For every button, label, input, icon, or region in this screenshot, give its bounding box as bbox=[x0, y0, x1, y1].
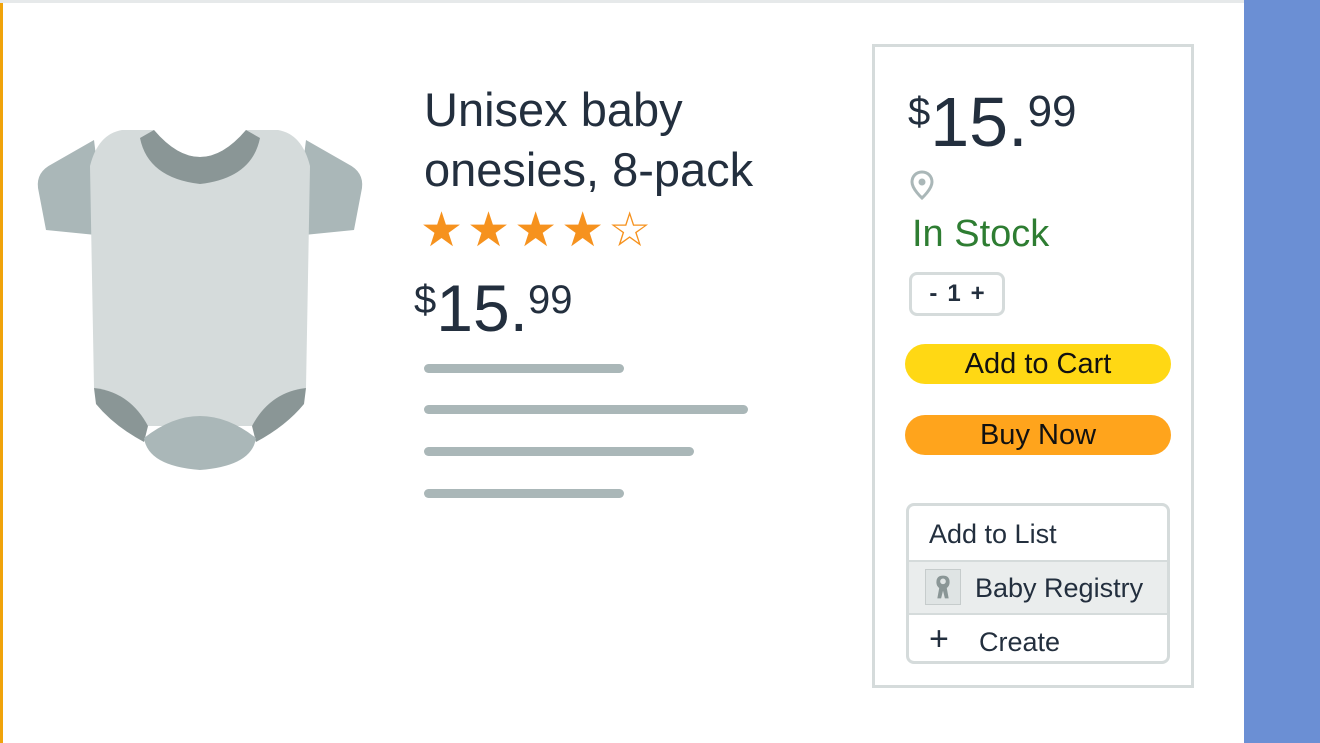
product-title-line-1: Unisex baby bbox=[424, 83, 683, 136]
description-line bbox=[424, 489, 624, 498]
baby-registry-icon bbox=[925, 569, 961, 605]
star-empty-icon: ☆ bbox=[608, 204, 652, 257]
buy-box-price-whole: 15. bbox=[930, 83, 1028, 161]
price-whole: 15. bbox=[436, 271, 528, 345]
buy-now-button[interactable]: Buy Now bbox=[905, 415, 1171, 455]
side-band bbox=[1244, 0, 1320, 743]
quantity-value: 1 bbox=[947, 280, 961, 307]
create-label: Create bbox=[979, 627, 1061, 657]
list-item-baby-registry[interactable]: Baby Registry bbox=[909, 560, 1167, 615]
stock-status: In Stock bbox=[912, 213, 1050, 255]
buy-box-price: $15.99 bbox=[908, 82, 1077, 162]
product-title-line-2: onesies, 8-pack bbox=[424, 143, 754, 196]
buy-box-price-fraction: 99 bbox=[1027, 87, 1077, 136]
star-filled-icon: ★ bbox=[467, 204, 511, 257]
add-to-cart-button[interactable]: Add to Cart bbox=[905, 344, 1171, 384]
top-edge-line bbox=[0, 0, 1244, 3]
add-to-list-button[interactable]: Add to List bbox=[929, 514, 1057, 554]
quantity-stepper[interactable]: - 1 + bbox=[909, 272, 1005, 316]
product-price: $15.99 bbox=[414, 268, 573, 348]
star-filled-icon: ★ bbox=[420, 204, 464, 257]
map-pin-icon[interactable] bbox=[910, 170, 934, 200]
left-edge-bar bbox=[0, 0, 3, 743]
buy-box-price-currency: $ bbox=[908, 90, 931, 134]
product-title[interactable]: Unisex baby onesies, 8-pack bbox=[424, 80, 844, 200]
quantity-decrement-button[interactable]: - bbox=[929, 280, 937, 308]
description-line bbox=[424, 405, 748, 414]
price-currency: $ bbox=[414, 278, 437, 322]
baby-registry-label: Baby Registry bbox=[975, 573, 1144, 603]
price-fraction: 99 bbox=[528, 278, 573, 322]
star-filled-icon: ★ bbox=[514, 204, 558, 257]
star-filled-icon: ★ bbox=[561, 204, 605, 257]
baby-onesie-icon bbox=[37, 130, 363, 470]
create-list-button[interactable]: + Create bbox=[909, 616, 1167, 661]
quantity-increment-button[interactable]: + bbox=[971, 280, 985, 308]
star-rating[interactable]: ★★★★☆ bbox=[420, 206, 680, 256]
description-line bbox=[424, 364, 624, 373]
description-line bbox=[424, 447, 694, 456]
add-to-list-menu: Add to List Baby Registry + Create bbox=[906, 503, 1170, 664]
plus-icon: + bbox=[929, 620, 949, 658]
